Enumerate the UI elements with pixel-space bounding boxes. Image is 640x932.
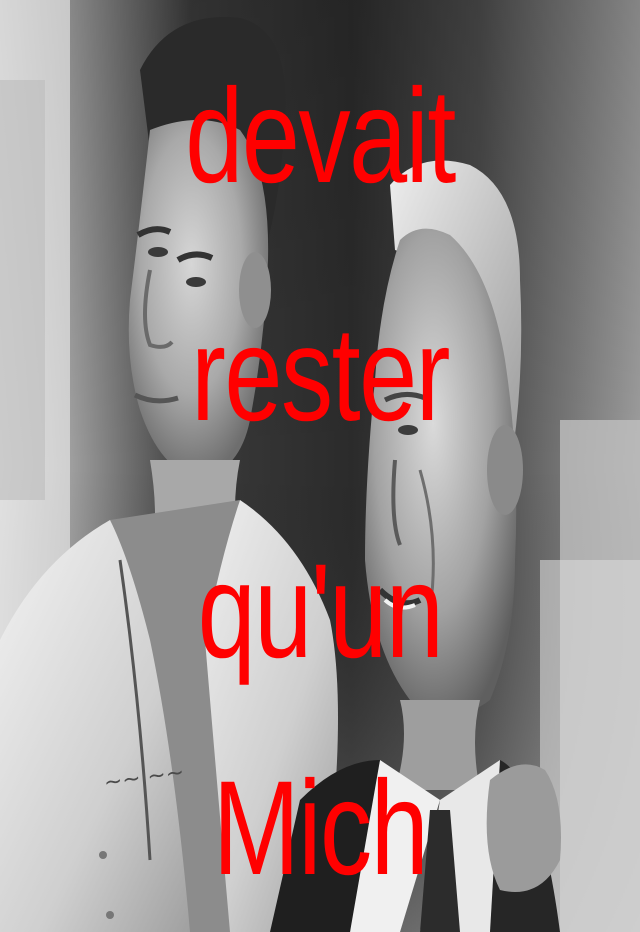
caption-line-2: rester: [191, 300, 450, 449]
meme-caption: devait rester qu'un Mich: [0, 0, 640, 932]
caption-line-3: qu'un: [197, 537, 444, 686]
meme-image: ~~ ~~ devait rester qu'un Mich: [0, 0, 640, 932]
caption-line-4: Mich: [212, 754, 429, 903]
caption-line-1: devait: [185, 62, 456, 211]
